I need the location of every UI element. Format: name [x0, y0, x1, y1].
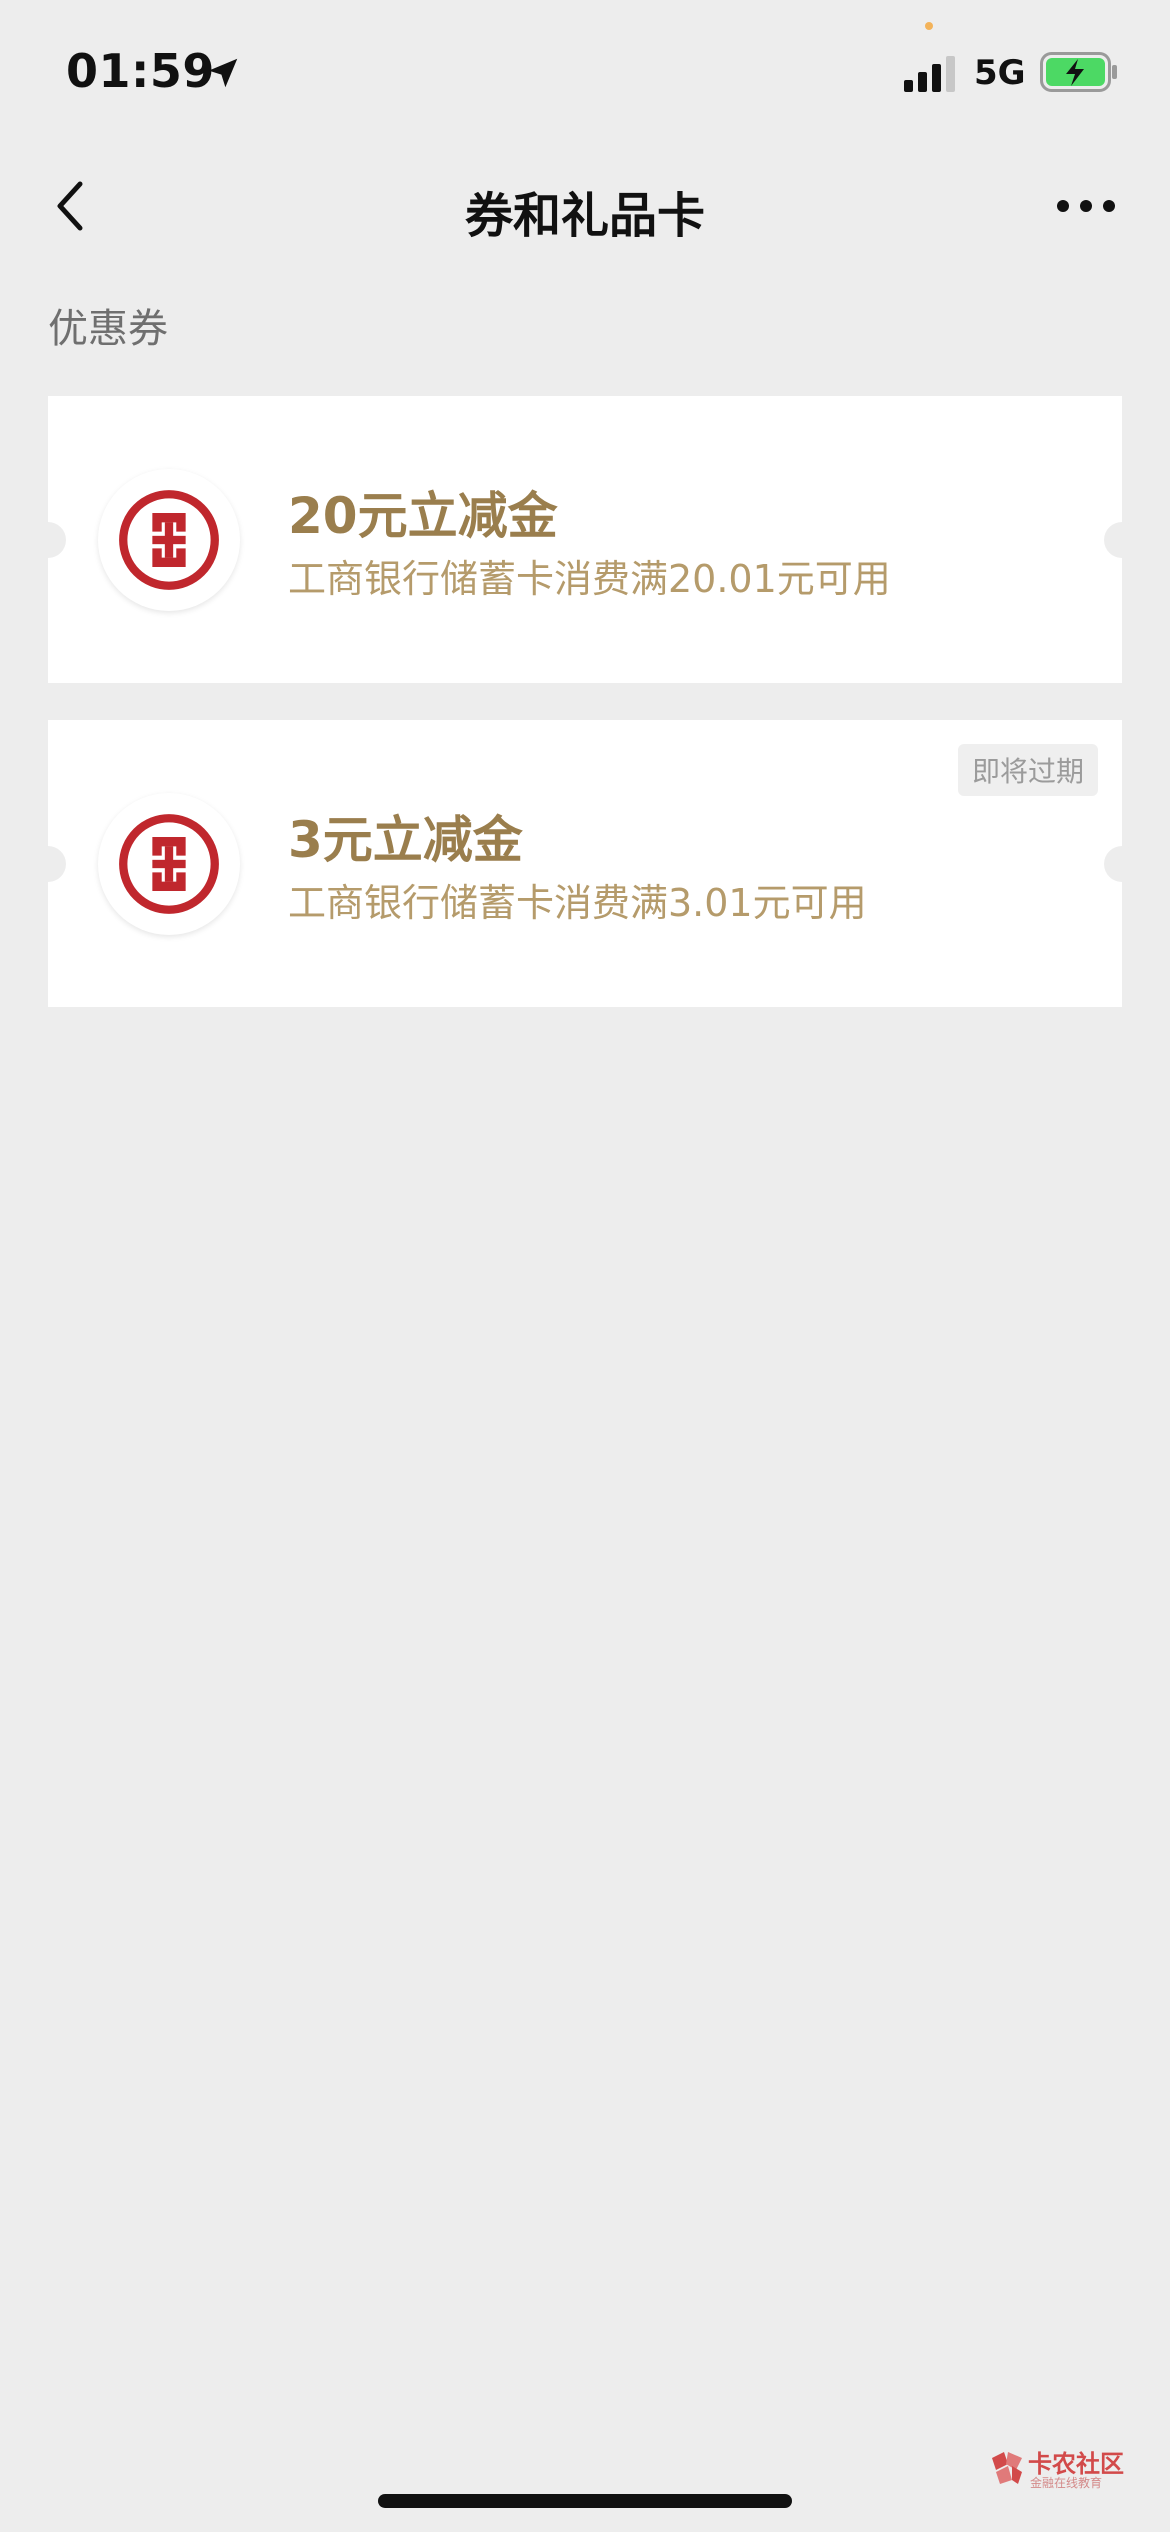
home-indicator[interactable]: [378, 2494, 792, 2508]
cellular-signal-icon: [904, 56, 955, 92]
watermark-logo: 卡农社区 金融在线教育: [988, 2444, 1124, 2494]
more-options-button[interactable]: [1050, 178, 1122, 234]
navigation-bar: 券和礼品卡: [0, 150, 1170, 262]
icbc-logo-icon: [98, 468, 240, 611]
coupon-description: 工商银行储蓄卡消费满3.01元可用: [288, 881, 867, 925]
coupon-card[interactable]: 20元立减金 工商银行储蓄卡消费满20.01元可用: [30, 396, 1140, 683]
kanong-logo-icon: [992, 2452, 1022, 2484]
coupon-title: 20元立减金: [288, 487, 558, 545]
privacy-indicator-dot: [925, 22, 933, 30]
watermark-subtext: 金融在线教育: [1030, 2476, 1103, 2490]
coupon-card[interactable]: 即将过期 3元立减金 工商银行储蓄卡消费满3.01元可用: [30, 720, 1140, 1007]
more-horizontal-icon: [1057, 200, 1115, 212]
icbc-logo-icon: [98, 792, 240, 935]
network-type-label: 5G: [974, 53, 1026, 93]
coupon-title: 3元立减金: [288, 811, 523, 869]
coupon-description: 工商银行储蓄卡消费满20.01元可用: [288, 557, 891, 601]
section-title-coupons: 优惠券: [48, 306, 168, 352]
expiring-soon-badge: 即将过期: [957, 744, 1098, 796]
location-arrow-icon: [208, 58, 238, 88]
status-time: 01:59: [66, 44, 215, 98]
ticket-notch-right: [1104, 521, 1140, 558]
status-bar: 01:59 5G: [0, 0, 1170, 140]
battery-charging-icon: [1040, 52, 1117, 92]
ticket-notch-right: [1104, 845, 1140, 882]
ticket-notch-left: [30, 845, 66, 882]
ticket-notch-left: [30, 521, 66, 558]
page-title: 券和礼品卡: [464, 188, 705, 244]
